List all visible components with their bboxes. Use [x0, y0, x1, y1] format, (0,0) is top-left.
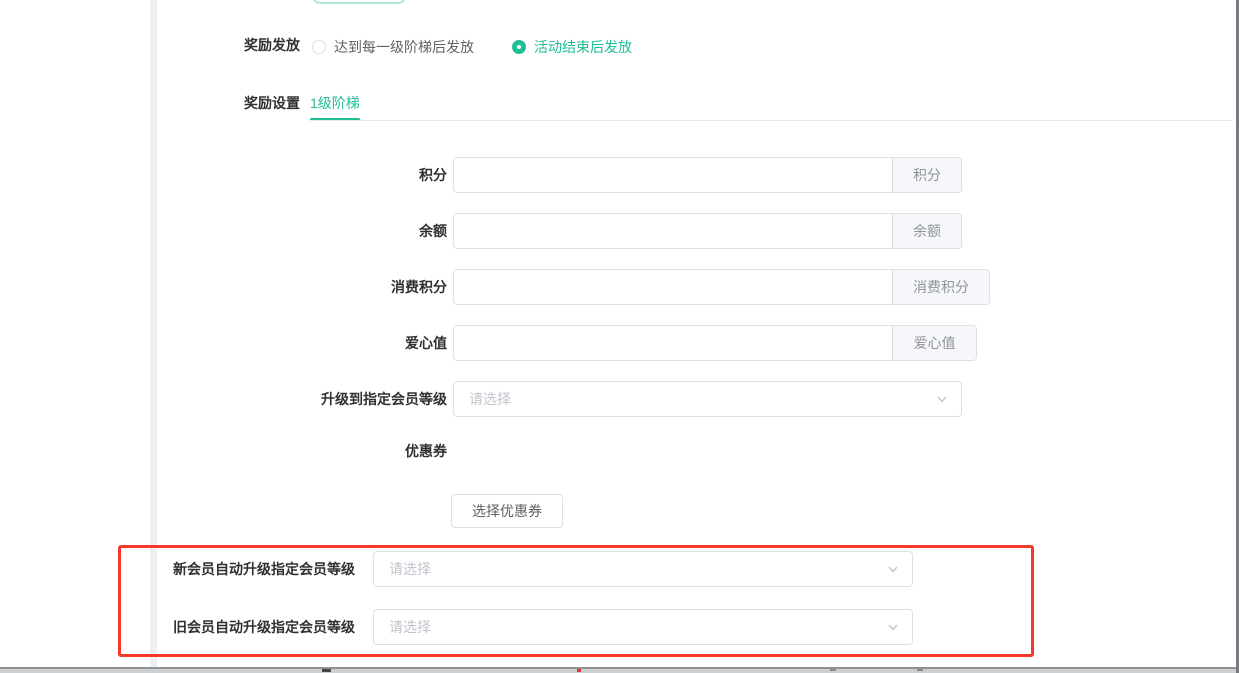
cutoff-mark: [917, 669, 923, 671]
upgrade-level-label: 升级到指定会员等级: [247, 381, 447, 417]
tab-tier-1[interactable]: 1级阶梯: [310, 95, 360, 111]
radio-option-issue-per-tier[interactable]: 达到每一级阶梯后发放: [312, 37, 474, 57]
chevron-down-icon: [886, 620, 900, 634]
balance-input-group: 余额: [453, 213, 962, 249]
love-value-input-group: 爱心值: [453, 325, 977, 361]
points-suffix: 积分: [892, 158, 961, 192]
love-value-label: 爱心值: [247, 325, 447, 361]
reward-issue-label: 奖励发放: [160, 37, 300, 53]
cutoff-mark: [830, 669, 836, 671]
new-member-upgrade-placeholder: 请选择: [389, 559, 886, 579]
new-member-upgrade-select[interactable]: 请选择: [373, 551, 913, 587]
cutoff-top-button[interactable]: [312, 0, 406, 4]
select-coupon-button[interactable]: 选择优惠券: [451, 494, 563, 528]
consume-points-input[interactable]: [454, 270, 892, 304]
cutoff-mark: [322, 669, 331, 672]
balance-suffix: 余额: [892, 214, 961, 248]
consume-points-label: 消费积分: [247, 269, 447, 305]
cutoff-mark-red: [577, 669, 581, 672]
points-input-group: 积分: [453, 157, 962, 193]
page: 奖励发放 达到每一级阶梯后发放 活动结束后发放 奖励设置 1级阶梯 积分 积分 …: [0, 0, 1239, 673]
radio-option-label[interactable]: 达到每一级阶梯后发放: [334, 37, 474, 57]
upgrade-level-select[interactable]: 请选择: [453, 381, 962, 417]
radio-unchecked-icon[interactable]: [312, 40, 326, 54]
love-value-suffix: 爱心值: [892, 326, 976, 360]
consume-points-input-group: 消费积分: [453, 269, 990, 305]
upgrade-level-placeholder: 请选择: [469, 389, 935, 409]
reward-settings-label: 奖励设置: [160, 95, 300, 111]
coupon-label: 优惠券: [247, 443, 447, 459]
chevron-down-icon: [886, 562, 900, 576]
points-input[interactable]: [454, 158, 892, 192]
balance-input[interactable]: [454, 214, 892, 248]
love-value-input[interactable]: [454, 326, 892, 360]
bottom-cutoff-strip: [0, 669, 1239, 673]
balance-label: 余额: [247, 213, 447, 249]
new-member-upgrade-label: 新会员自动升级指定会员等级: [155, 551, 355, 587]
old-member-upgrade-placeholder: 请选择: [389, 617, 886, 637]
old-member-upgrade-select[interactable]: 请选择: [373, 609, 913, 645]
radio-checked-icon[interactable]: [512, 40, 526, 54]
consume-points-suffix: 消费积分: [892, 270, 989, 304]
radio-option-label[interactable]: 活动结束后发放: [534, 37, 632, 57]
chevron-down-icon: [935, 392, 949, 406]
old-member-upgrade-label: 旧会员自动升级指定会员等级: [155, 609, 355, 645]
tab-bar-border: [310, 120, 1233, 121]
points-label: 积分: [247, 157, 447, 193]
radio-option-issue-after-activity[interactable]: 活动结束后发放: [512, 37, 632, 57]
